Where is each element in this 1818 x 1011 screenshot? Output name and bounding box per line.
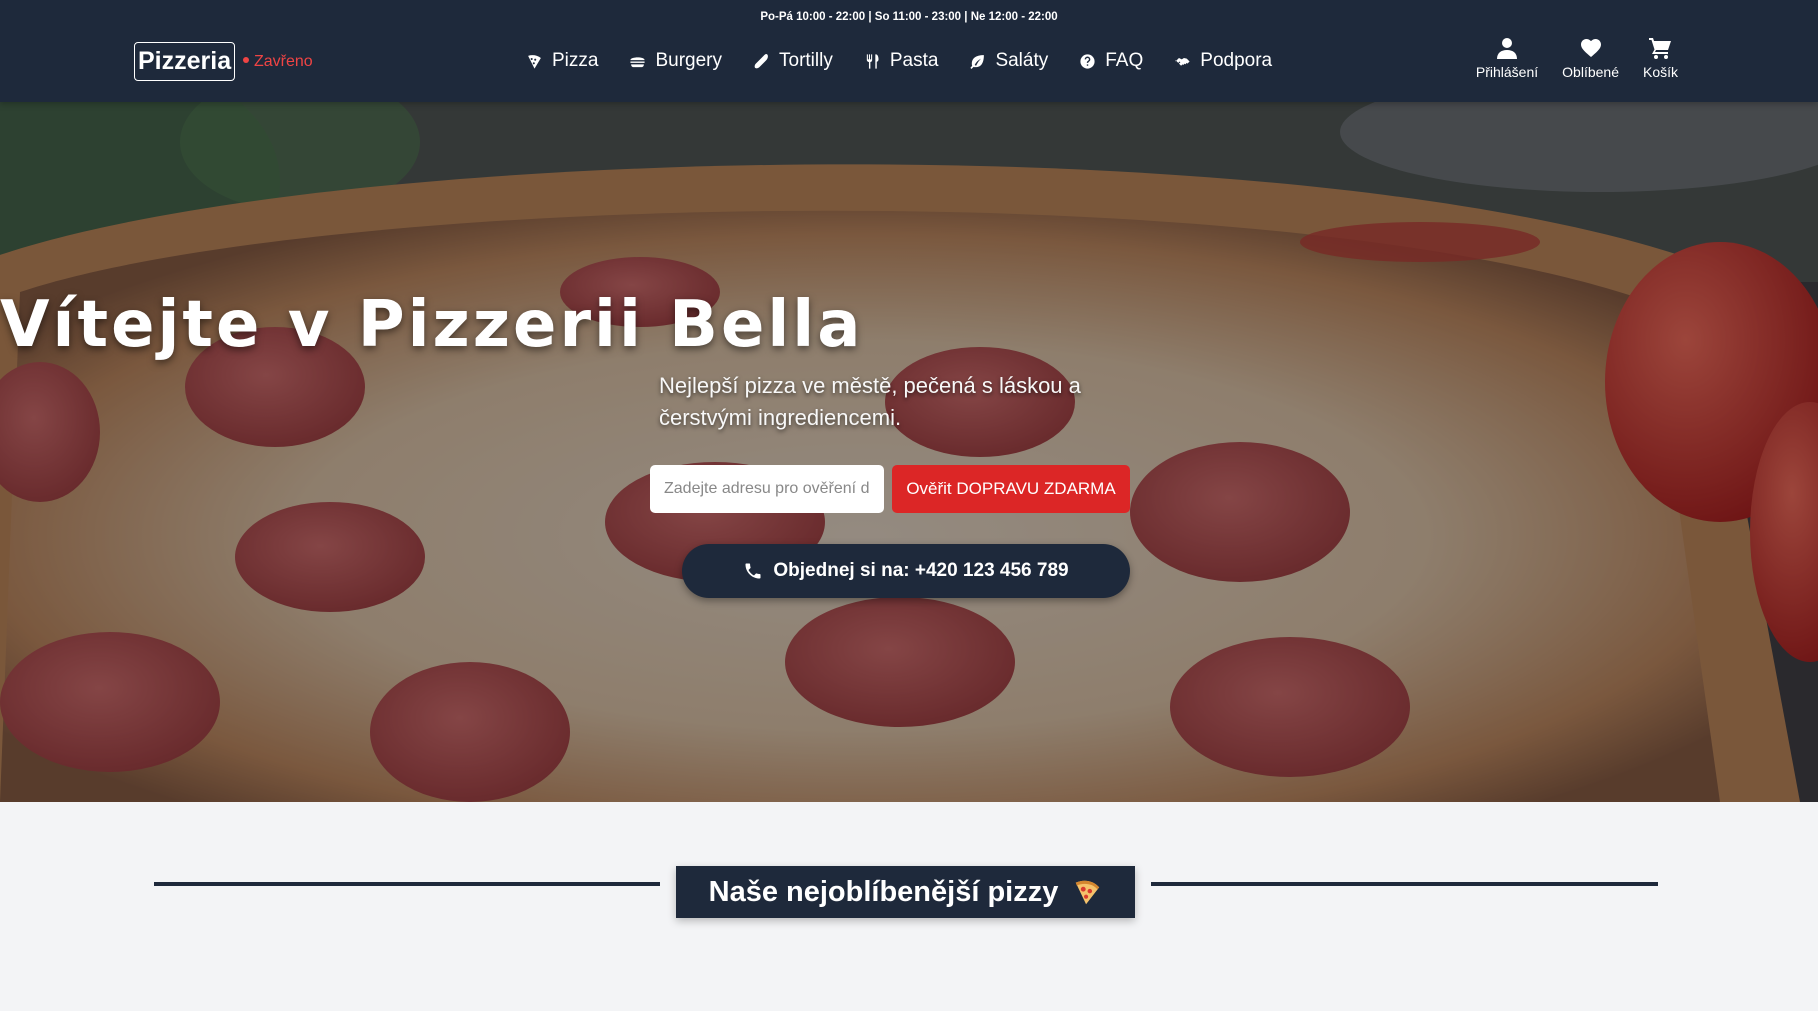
open-status: Zavřeno [243, 53, 313, 71]
address-input[interactable] [650, 465, 884, 513]
site-logo[interactable]: Pizzeria [134, 42, 236, 81]
nav-item-faq[interactable]: FAQ [1079, 50, 1143, 72]
burger-icon [630, 56, 646, 67]
nav-item-salaty[interactable]: Saláty [969, 50, 1048, 72]
pizza-slice-emoji-icon [1076, 880, 1100, 905]
status-label: Zavřeno [254, 53, 313, 70]
user-icon [1497, 38, 1518, 59]
header-actions: Přihlášení Oblíbené Košík [1476, 36, 1678, 80]
phone-icon [745, 563, 761, 579]
call-label: Objednej si na: +420 123 456 789 [773, 560, 1069, 581]
cart-icon [1649, 38, 1672, 59]
pizza-slice-icon [528, 54, 541, 69]
login-label: Přihlášení [1475, 64, 1539, 80]
hero-section: Vítejte v Pizzerii Bella Nejlepší pizza … [0, 102, 1818, 802]
heart-icon [1580, 39, 1601, 57]
main-nav: Pizza Burgery Tortilly Pasta Saláty FAQ … [526, 50, 1303, 72]
site-header: Po-Pá 10:00 - 22:00 | So 11:00 - 23:00 |… [0, 0, 1818, 102]
verify-delivery-button[interactable]: Ověřit DOPRAVU ZDARMA [892, 465, 1130, 513]
call-order-button[interactable]: Objednej si na: +420 123 456 789 [682, 544, 1130, 598]
section-heading: Naše nejoblíbenější pizzy [676, 866, 1135, 918]
login-button[interactable]: Přihlášení [1476, 36, 1538, 80]
nav-label: Podpora [1200, 50, 1273, 71]
nav-label: FAQ [1105, 50, 1144, 71]
hero-title: Vítejte v Pizzerii Bella [0, 288, 864, 362]
status-dot-icon [243, 57, 249, 64]
tortilla-icon [754, 53, 768, 68]
leaf-icon [970, 54, 985, 69]
nav-label: Tortilly [779, 50, 833, 71]
nav-item-podpora[interactable]: Podpora [1174, 50, 1272, 72]
opening-hours: Po-Pá 10:00 - 22:00 | So 11:00 - 23:00 |… [760, 11, 1058, 23]
section-divider-left [154, 882, 660, 886]
favorites-button[interactable]: Oblíbené [1562, 36, 1619, 80]
nav-label: Pizza [552, 50, 599, 71]
utensils-icon [866, 53, 879, 69]
nav-item-tortilly[interactable]: Tortilly [753, 50, 833, 72]
nav-item-burgery[interactable]: Burgery [629, 50, 722, 72]
question-circle-icon [1080, 53, 1095, 69]
favorites-label: Oblíbené [1562, 64, 1619, 80]
section-title-text: Naše nejoblíbenější pizzy [708, 875, 1059, 908]
nav-item-pasta[interactable]: Pasta [864, 50, 939, 72]
hero-overlay [0, 102, 1818, 802]
nav-label: Burgery [655, 50, 722, 71]
hero-subtitle: Nejlepší pizza ve městě, pečená s láskou… [659, 373, 1081, 430]
nav-label: Pasta [889, 50, 939, 71]
handshake-icon [1175, 57, 1190, 66]
cart-label: Košík [1642, 64, 1678, 80]
nav-label: Saláty [995, 50, 1049, 71]
cart-button[interactable]: Košík [1643, 36, 1678, 80]
nav-item-pizza[interactable]: Pizza [526, 50, 598, 72]
section-divider-right [1151, 882, 1658, 886]
